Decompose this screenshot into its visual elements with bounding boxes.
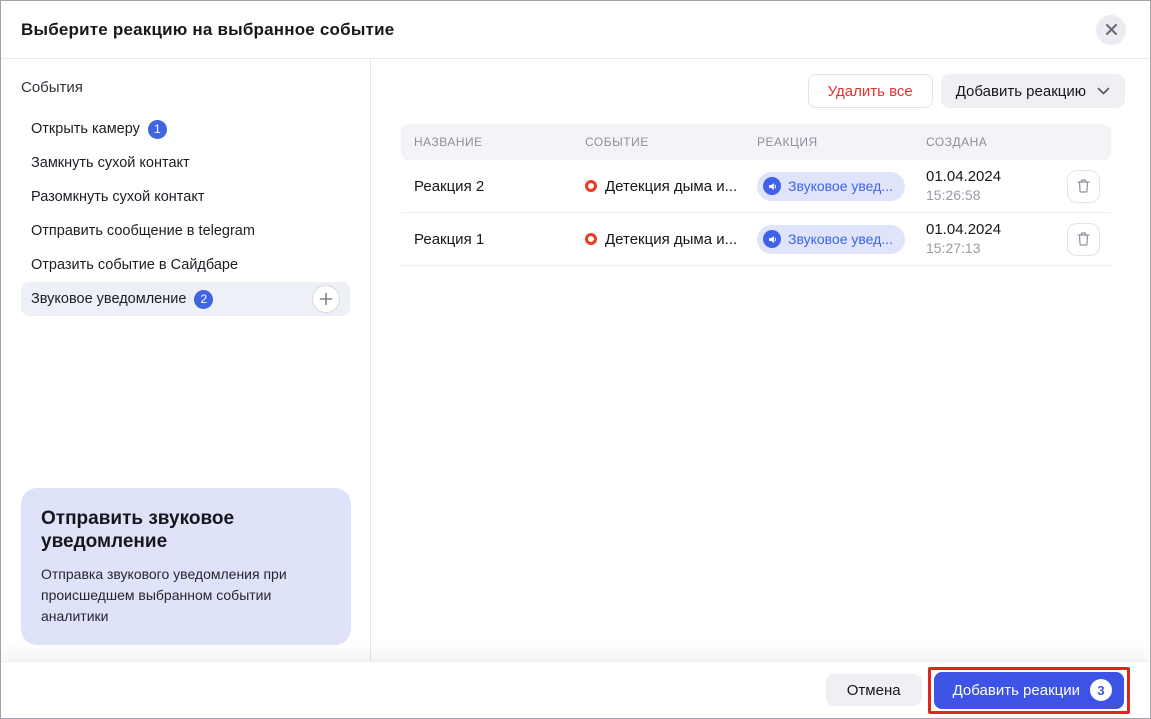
event-list: Открыть камеру 1 Замкнуть сухой контакт … <box>1 112 370 316</box>
event-item-label: Отправить сообщение в telegram <box>31 223 255 239</box>
info-card-description: Отправка звукового уведомления при проис… <box>41 564 326 627</box>
event-label: Детекция дыма и... <box>605 231 737 248</box>
submit-count-badge: 3 <box>1090 679 1112 701</box>
sidebar-heading: События <box>1 79 370 96</box>
speaker-icon <box>763 230 781 248</box>
event-status-dot <box>585 180 597 192</box>
delete-reaction-button[interactable] <box>1067 170 1100 203</box>
reaction-info-card: Отправить звуковое уведомление Отправка … <box>21 488 351 645</box>
reaction-dialog: Выберите реакцию на выбранное событие Со… <box>0 0 1151 719</box>
column-header-reaction: РЕАКЦИЯ <box>757 135 926 149</box>
event-cell: Детекция дыма и... <box>585 178 757 195</box>
close-button[interactable] <box>1096 15 1126 45</box>
created-cell: 01.04.2024 15:26:58 <box>926 168 1067 204</box>
reactions-toolbar: Удалить все Добавить реакцию <box>401 74 1125 108</box>
speaker-icon <box>763 177 781 195</box>
dialog-title: Выберите реакцию на выбранное событие <box>21 20 394 40</box>
created-time: 15:26:58 <box>926 187 1067 205</box>
reactions-panel: Удалить все Добавить реакцию НАЗВАНИЕ СО… <box>371 59 1150 663</box>
event-item-label: Открыть камеру <box>31 121 140 137</box>
sidebar-item-sound-notification[interactable]: Звуковое уведомление 2 <box>21 282 350 316</box>
dialog-footer: Отмена Добавить реакции 3 <box>1 661 1150 718</box>
add-reactions-submit-button[interactable]: Добавить реакции 3 <box>934 672 1124 709</box>
annotation-highlight-box: Добавить реакции 3 <box>928 667 1130 714</box>
cancel-button[interactable]: Отмена <box>826 674 922 706</box>
sidebar-item-open-camera[interactable]: Открыть камеру 1 <box>21 112 350 146</box>
sidebar-item-open-dry-contact[interactable]: Разомкнуть сухой контакт <box>21 180 350 214</box>
event-item-label: Отразить событие в Сайдбаре <box>31 257 238 273</box>
event-cell: Детекция дыма и... <box>585 231 757 248</box>
created-time: 15:27:13 <box>926 240 1067 258</box>
reaction-name: Реакция 1 <box>401 231 585 248</box>
events-sidebar: События Открыть камеру 1 Замкнуть сухой … <box>1 59 371 663</box>
created-cell: 01.04.2024 15:27:13 <box>926 221 1067 257</box>
event-item-label: Звуковое уведомление <box>31 291 186 307</box>
add-reaction-plus-button[interactable] <box>312 285 340 313</box>
sidebar-item-sidebar-event[interactable]: Отразить событие в Сайдбаре <box>21 248 350 282</box>
column-header-name: НАЗВАНИЕ <box>401 135 585 149</box>
delete-all-button[interactable]: Удалить все <box>808 74 933 108</box>
column-header-event: СОБЫТИЕ <box>585 135 757 149</box>
dialog-body: События Открыть камеру 1 Замкнуть сухой … <box>1 59 1150 663</box>
table-row: Реакция 2 Детекция дыма и... Звуковое <box>401 160 1111 213</box>
reaction-badge-label: Звуковое увед... <box>788 178 893 194</box>
reaction-name: Реакция 2 <box>401 178 585 195</box>
dialog-header: Выберите реакцию на выбранное событие <box>1 1 1150 59</box>
reaction-badge[interactable]: Звуковое увед... <box>757 172 905 201</box>
table-row: Реакция 1 Детекция дыма и... Звуковое <box>401 213 1111 266</box>
created-date: 01.04.2024 <box>926 168 1067 187</box>
column-header-created: СОЗДАНА <box>926 135 1111 149</box>
event-label: Детекция дыма и... <box>605 178 737 195</box>
submit-button-label: Добавить реакции <box>953 682 1080 699</box>
trash-icon <box>1076 178 1091 194</box>
sidebar-item-telegram-message[interactable]: Отправить сообщение в telegram <box>21 214 350 248</box>
plus-icon <box>319 292 333 306</box>
event-status-dot <box>585 233 597 245</box>
count-badge: 1 <box>148 120 167 139</box>
event-item-label: Разомкнуть сухой контакт <box>31 189 204 205</box>
trash-icon <box>1076 231 1091 247</box>
add-reaction-dropdown-button[interactable]: Добавить реакцию <box>941 74 1125 108</box>
reaction-badge[interactable]: Звуковое увед... <box>757 225 905 254</box>
close-icon <box>1105 23 1118 36</box>
table-header-row: НАЗВАНИЕ СОБЫТИЕ РЕАКЦИЯ СОЗДАНА <box>401 124 1111 160</box>
delete-reaction-button[interactable] <box>1067 223 1100 256</box>
event-item-label: Замкнуть сухой контакт <box>31 155 190 171</box>
add-reaction-dropdown-label: Добавить реакцию <box>956 83 1086 100</box>
count-badge: 2 <box>194 290 213 309</box>
reaction-badge-label: Звуковое увед... <box>788 231 893 247</box>
info-card-title: Отправить звуковое уведомление <box>41 508 291 554</box>
created-date: 01.04.2024 <box>926 221 1067 240</box>
reactions-table: НАЗВАНИЕ СОБЫТИЕ РЕАКЦИЯ СОЗДАНА Реакция… <box>401 124 1111 266</box>
sidebar-item-close-dry-contact[interactable]: Замкнуть сухой контакт <box>21 146 350 180</box>
chevron-down-icon <box>1097 87 1110 95</box>
